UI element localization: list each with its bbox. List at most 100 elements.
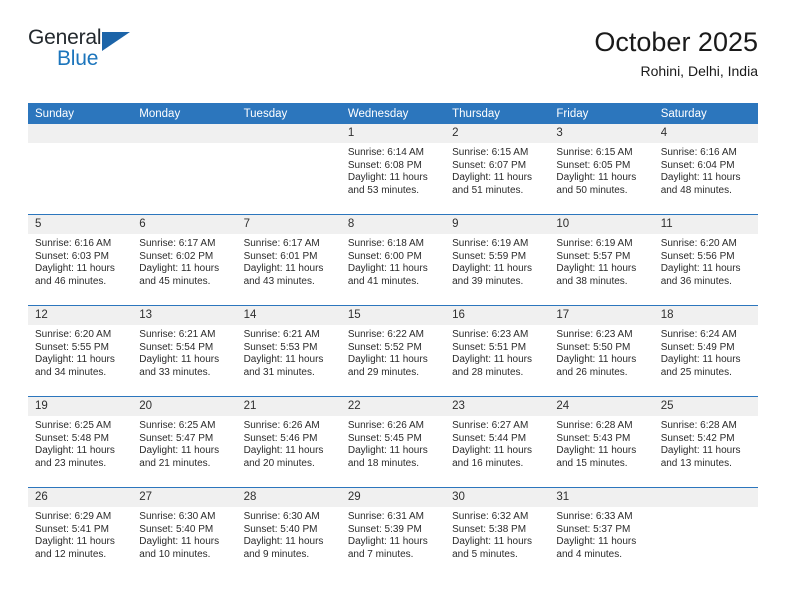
- calendar-week-row: 1 Sunrise: 6:14 AM Sunset: 6:08 PM Daylight…: [28, 124, 758, 215]
- calendar-day-cell[interactable]: 24 Sunrise: 6:28 AM Sunset: 5:43 PM Dayligh…: [549, 396, 654, 488]
- day-cell-content: 8 Sunrise: 6:18 AM Sunset: 6:00 PM Daylight…: [340, 215, 446, 305]
- calendar-day-cell[interactable]: 9 Sunrise: 6:19 AM Sunset: 5:59 PM Daylight…: [445, 214, 550, 306]
- day-number: 16: [445, 306, 550, 325]
- sunrise-time: Sunrise: 6:20 AM: [660, 238, 737, 249]
- calendar-day-cell[interactable]: 15 Sunrise: 6:22 AM Sunset: 5:52 PM Dayligh…: [340, 305, 446, 397]
- daylight-duration-line1: Daylight: 11 hours: [452, 536, 532, 548]
- weekday-header-monday: Monday: [132, 103, 237, 124]
- sunrise-time: Sunrise: 6:32 AM: [452, 511, 529, 522]
- calendar-day-cell[interactable]: 10 Sunrise: 6:19 AM Sunset: 5:57 PM Dayligh…: [549, 214, 654, 306]
- day-number: 24: [549, 397, 654, 416]
- day-cell-content: 24 Sunrise: 6:28 AM Sunset: 5:43 PM Dayligh…: [549, 397, 654, 487]
- day-cell-content: 31 Sunrise: 6:33 AM Sunset: 5:37 PM Dayligh…: [549, 488, 654, 578]
- calendar-day-cell[interactable]: 7 Sunrise: 6:17 AM Sunset: 6:01 PM Daylight…: [236, 214, 341, 306]
- day-number: 20: [132, 397, 237, 416]
- day-cell-content: 5 Sunrise: 6:16 AM Sunset: 6:03 PM Daylight…: [28, 215, 133, 305]
- day-cell-content: 16 Sunrise: 6:23 AM Sunset: 5:51 PM Dayligh…: [445, 306, 550, 396]
- calendar-day-cell[interactable]: [28, 124, 133, 215]
- daylight-duration-line2: and 12 minutes.: [35, 548, 107, 560]
- day-cell-content: 3 Sunrise: 6:15 AM Sunset: 6:05 PM Daylight…: [549, 124, 654, 214]
- daylight-duration-line1: Daylight: 11 hours: [243, 445, 324, 457]
- calendar-day-cell[interactable]: 17 Sunrise: 6:23 AM Sunset: 5:50 PM Dayligh…: [549, 305, 654, 397]
- calendar-day-cell[interactable]: 30 Sunrise: 6:32 AM Sunset: 5:38 PM Dayligh…: [445, 487, 550, 578]
- daylight-duration-line1: Daylight: 11 hours: [660, 263, 741, 275]
- daylight-duration-line2: and 18 minutes.: [347, 457, 420, 469]
- day-cell-content: 27 Sunrise: 6:30 AM Sunset: 5:40 PM Dayligh…: [132, 488, 237, 578]
- sunset-time: Sunset: 6:04 PM: [660, 159, 735, 171]
- general-blue-logo[interactable]: General Blue: [28, 26, 148, 82]
- day-cell-content: 1 Sunrise: 6:14 AM Sunset: 6:08 PM Daylight…: [340, 124, 446, 214]
- sunrise-time: Sunrise: 6:33 AM: [556, 511, 633, 522]
- calendar-day-cell[interactable]: 6 Sunrise: 6:17 AM Sunset: 6:02 PM Daylight…: [132, 214, 237, 306]
- calendar-day-cell[interactable]: 8 Sunrise: 6:18 AM Sunset: 6:00 PM Daylight…: [340, 214, 446, 306]
- daylight-duration-line2: and 20 minutes.: [243, 457, 315, 469]
- calendar-day-cell[interactable]: 21 Sunrise: 6:26 AM Sunset: 5:46 PM Dayligh…: [236, 396, 341, 488]
- sunset-time: Sunset: 6:07 PM: [452, 159, 527, 171]
- sunset-time: Sunset: 6:05 PM: [556, 159, 631, 171]
- calendar-day-cell[interactable]: 20 Sunrise: 6:25 AM Sunset: 5:47 PM Dayligh…: [132, 396, 237, 488]
- daylight-duration-line1: Daylight: 11 hours: [347, 445, 428, 457]
- sunrise-time: Sunrise: 6:28 AM: [556, 420, 633, 431]
- daylight-duration-line1: Daylight: 11 hours: [660, 354, 741, 366]
- day-number: 6: [132, 215, 237, 234]
- daylight-duration-line2: and 28 minutes.: [452, 366, 524, 378]
- sunrise-time: Sunrise: 6:25 AM: [139, 420, 216, 431]
- calendar-day-cell[interactable]: 3 Sunrise: 6:15 AM Sunset: 6:05 PM Daylight…: [549, 124, 654, 215]
- day-details: Sunrise: 6:19 AM Sunset: 5:59 PM Daylight:…: [445, 234, 549, 288]
- calendar-day-cell[interactable]: 23 Sunrise: 6:27 AM Sunset: 5:44 PM Dayligh…: [445, 396, 550, 488]
- calendar-day-cell[interactable]: 26 Sunrise: 6:29 AM Sunset: 5:41 PM Dayligh…: [28, 487, 133, 578]
- sunrise-time: Sunrise: 6:26 AM: [243, 420, 320, 431]
- day-details: Sunrise: 6:31 AM Sunset: 5:39 PM Daylight:…: [341, 507, 445, 561]
- calendar-day-cell[interactable]: 19 Sunrise: 6:25 AM Sunset: 5:48 PM Dayligh…: [28, 396, 133, 488]
- day-cell-content: [653, 488, 758, 578]
- calendar-day-cell[interactable]: 5 Sunrise: 6:16 AM Sunset: 6:03 PM Daylight…: [28, 214, 133, 306]
- daylight-duration-line2: and 7 minutes.: [347, 548, 414, 560]
- day-number: 7: [236, 215, 341, 234]
- daylight-duration-line2: and 46 minutes.: [35, 275, 107, 287]
- calendar-day-cell[interactable]: 2 Sunrise: 6:15 AM Sunset: 6:07 PM Daylight…: [445, 124, 550, 215]
- calendar-day-cell[interactable]: 18 Sunrise: 6:24 AM Sunset: 5:49 PM Dayligh…: [653, 305, 758, 397]
- calendar-day-cell[interactable]: [132, 124, 237, 215]
- calendar-day-cell[interactable]: 27 Sunrise: 6:30 AM Sunset: 5:40 PM Dayligh…: [132, 487, 237, 578]
- calendar-day-cell[interactable]: 16 Sunrise: 6:23 AM Sunset: 5:51 PM Dayligh…: [445, 305, 550, 397]
- day-details: Sunrise: 6:26 AM Sunset: 5:45 PM Daylight:…: [341, 416, 445, 470]
- daylight-duration-line2: and 9 minutes.: [243, 548, 310, 560]
- calendar-day-cell[interactable]: 28 Sunrise: 6:30 AM Sunset: 5:40 PM Dayligh…: [236, 487, 341, 578]
- day-details: Sunrise: 6:28 AM Sunset: 5:42 PM Daylight:…: [654, 416, 758, 470]
- calendar-day-cell[interactable]: 14 Sunrise: 6:21 AM Sunset: 5:53 PM Dayligh…: [236, 305, 341, 397]
- calendar-day-cell[interactable]: 31 Sunrise: 6:33 AM Sunset: 5:37 PM Dayligh…: [549, 487, 654, 578]
- sunset-time: Sunset: 5:44 PM: [452, 432, 527, 444]
- daylight-duration-line1: Daylight: 11 hours: [452, 445, 532, 457]
- calendar-day-cell[interactable]: 29 Sunrise: 6:31 AM Sunset: 5:39 PM Dayligh…: [340, 487, 446, 578]
- calendar-day-cell[interactable]: 4 Sunrise: 6:16 AM Sunset: 6:04 PM Daylight…: [653, 124, 758, 215]
- day-cell-content: 28 Sunrise: 6:30 AM Sunset: 5:40 PM Dayligh…: [236, 488, 341, 578]
- calendar-week-row: 26 Sunrise: 6:29 AM Sunset: 5:41 PM Dayligh…: [28, 487, 758, 578]
- calendar-day-cell[interactable]: [236, 124, 341, 215]
- daylight-duration-line2: and 29 minutes.: [347, 366, 420, 378]
- daylight-duration-line1: Daylight: 11 hours: [35, 354, 115, 366]
- sunset-time: Sunset: 6:02 PM: [139, 250, 214, 262]
- sunset-time: Sunset: 5:59 PM: [452, 250, 527, 262]
- sunrise-time: Sunrise: 6:14 AM: [347, 147, 424, 158]
- weekday-header-tuesday: Tuesday: [236, 103, 341, 124]
- day-details: Sunrise: 6:33 AM Sunset: 5:37 PM Daylight:…: [549, 507, 653, 561]
- calendar-day-cell[interactable]: 22 Sunrise: 6:26 AM Sunset: 5:45 PM Dayligh…: [340, 396, 446, 488]
- sunset-time: Sunset: 6:00 PM: [347, 250, 422, 262]
- sunrise-time: Sunrise: 6:20 AM: [35, 329, 112, 340]
- calendar-day-cell[interactable]: 13 Sunrise: 6:21 AM Sunset: 5:54 PM Dayligh…: [132, 305, 237, 397]
- sunset-time: Sunset: 6:08 PM: [347, 159, 422, 171]
- calendar-day-cell[interactable]: [653, 487, 758, 578]
- calendar-day-cell[interactable]: 11 Sunrise: 6:20 AM Sunset: 5:56 PM Dayligh…: [653, 214, 758, 306]
- day-cell-content: 11 Sunrise: 6:20 AM Sunset: 5:56 PM Dayligh…: [653, 215, 758, 305]
- daylight-duration-line1: Daylight: 11 hours: [556, 536, 637, 548]
- day-number: [28, 124, 133, 143]
- day-cell-content: 20 Sunrise: 6:25 AM Sunset: 5:47 PM Dayligh…: [132, 397, 237, 487]
- sunset-time: Sunset: 5:42 PM: [660, 432, 735, 444]
- calendar-day-cell[interactable]: 1 Sunrise: 6:14 AM Sunset: 6:08 PM Daylight…: [340, 124, 446, 215]
- sunrise-time: Sunrise: 6:15 AM: [556, 147, 633, 158]
- weekday-header-friday: Friday: [549, 103, 654, 124]
- day-cell-content: 4 Sunrise: 6:16 AM Sunset: 6:04 PM Daylight…: [653, 124, 758, 214]
- calendar-day-cell[interactable]: 25 Sunrise: 6:28 AM Sunset: 5:42 PM Dayligh…: [653, 396, 758, 488]
- calendar-day-cell[interactable]: 12 Sunrise: 6:20 AM Sunset: 5:55 PM Dayligh…: [28, 305, 133, 397]
- day-cell-content: 26 Sunrise: 6:29 AM Sunset: 5:41 PM Dayligh…: [28, 488, 133, 578]
